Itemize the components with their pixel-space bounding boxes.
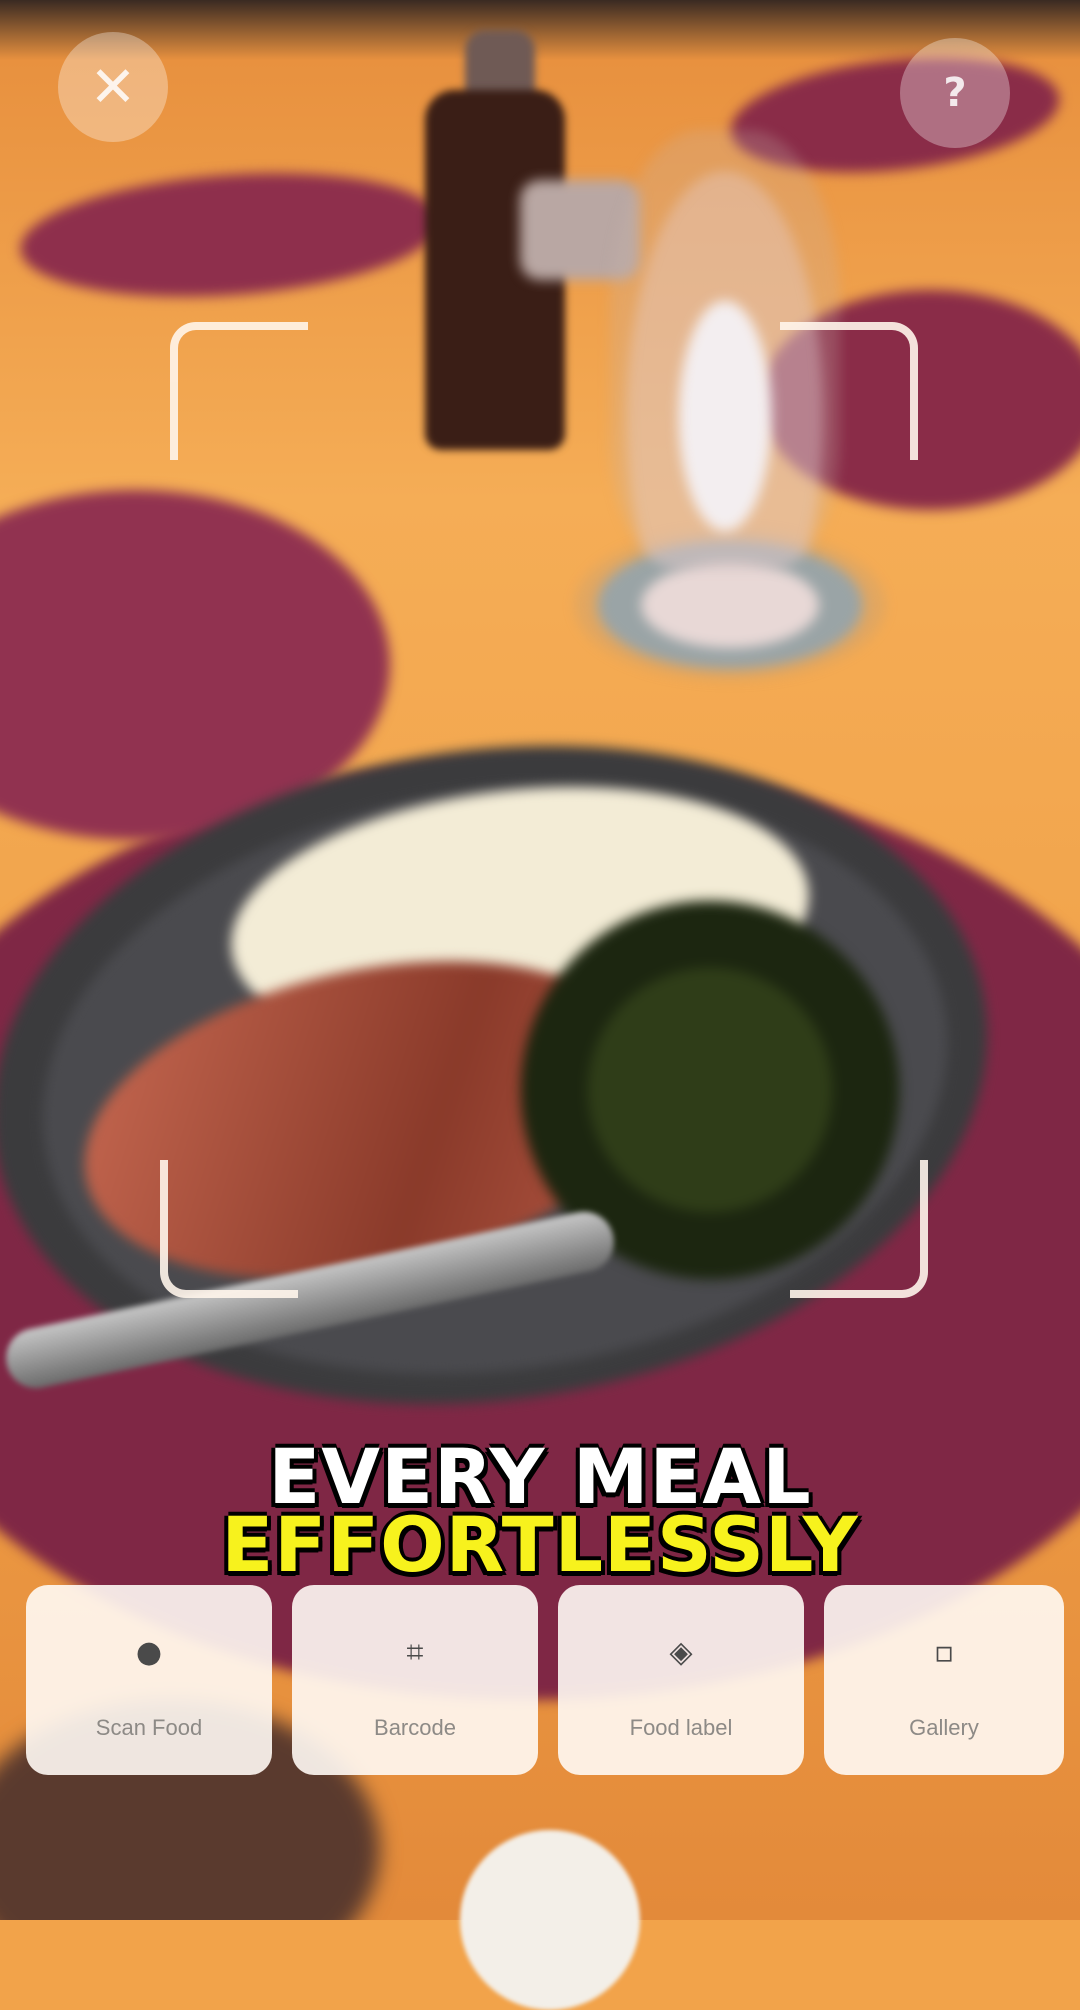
close-icon: ✕ (89, 54, 137, 120)
caption-line-2: EFFORTLESSLY (221, 1500, 859, 1589)
tag-icon: ◈ (669, 1635, 693, 1670)
viewfinder-corner-top-right (780, 322, 918, 460)
mode-food-label[interactable]: ◈ Food label (558, 1585, 804, 1775)
camera-dot-icon: ● (135, 1635, 163, 1670)
mode-gallery[interactable]: ▫ Gallery (824, 1585, 1064, 1775)
close-button[interactable]: ✕ (58, 32, 168, 142)
mode-label: Gallery (909, 1715, 979, 1740)
help-icon: ? (943, 70, 967, 116)
mode-label: Scan Food (95, 1715, 203, 1740)
mode-scan-food[interactable]: ● Scan Food (26, 1585, 272, 1775)
placemat (16, 160, 444, 310)
mode-label: Barcode (374, 1715, 456, 1740)
help-button[interactable]: ? (900, 38, 1010, 148)
image-icon: ▫ (933, 1635, 955, 1670)
shutter-button[interactable] (460, 1830, 640, 2010)
viewfinder-corner-top-left (170, 322, 308, 460)
mode-label: Food label (629, 1715, 733, 1740)
viewfinder-corner-bottom-left (160, 1160, 298, 1298)
barcode-icon: ⌗ (406, 1635, 424, 1670)
viewfinder-corner-bottom-right (790, 1160, 928, 1298)
mode-barcode[interactable]: ⌗ Barcode (292, 1585, 538, 1775)
